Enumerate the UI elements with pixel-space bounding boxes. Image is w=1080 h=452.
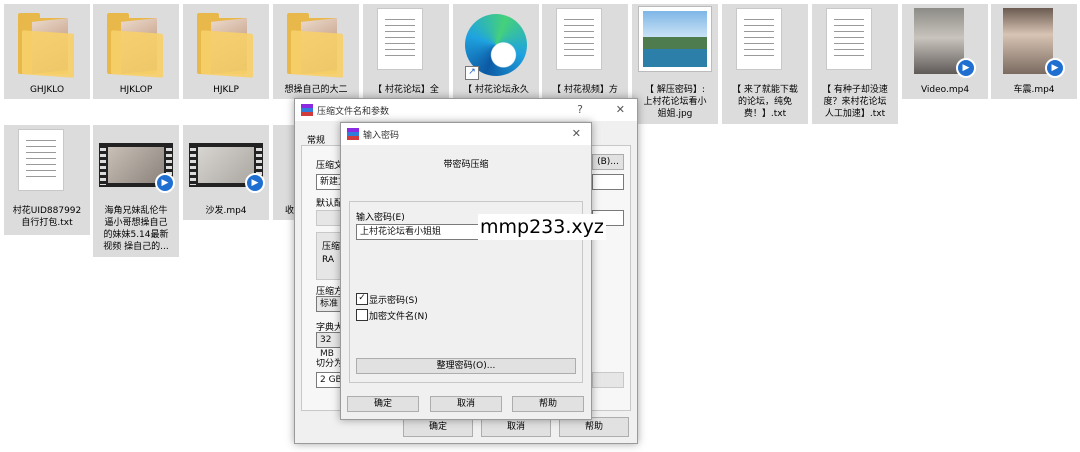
- file-label: Video.mp4: [920, 85, 970, 95]
- txt-file[interactable]: 【 村花论坛】全: [363, 4, 449, 99]
- set-password-button[interactable]: [592, 372, 624, 388]
- shortcut-file[interactable]: ↗ 【 村花论坛永久: [453, 4, 539, 99]
- video-play-icon: ▶: [245, 173, 265, 193]
- txt-file[interactable]: 【 村花视频】方: [542, 4, 628, 99]
- text-document-icon: [556, 8, 602, 70]
- password-dialog: 输入密码 ✕ 带密码压缩 输入密码(E) 上村花论坛看小姐姐 ✓ 显示密码(S)…: [340, 122, 592, 420]
- encrypt-filenames-label: 加密文件名(N): [369, 312, 428, 322]
- txt-file[interactable]: 【 有种子却没速 度？来村花论坛 人工加速】.txt: [812, 4, 898, 124]
- shortcut-arrow-icon: ↗: [465, 66, 479, 80]
- video-file[interactable]: ▶ 车震.mp4: [991, 4, 1077, 99]
- text-document-icon: [377, 8, 423, 70]
- close-icon[interactable]: ✕: [572, 127, 581, 140]
- encrypt-filenames-checkbox[interactable]: [356, 309, 368, 321]
- text-document-icon: [826, 8, 872, 70]
- file-label: 【 村花论坛】全: [373, 85, 439, 95]
- file-label: 海角兄妹乱伦牛 逼小哥想操自己 的妹妹5.14最新 视频 操自己的...: [103, 206, 169, 252]
- default-profile-label: 默认配: [316, 199, 344, 209]
- video-file[interactable]: ▶ 海角兄妹乱伦牛 逼小哥想操自己 的妹妹5.14最新 视频 操自己的...: [93, 125, 179, 257]
- help-button[interactable]: 帮助: [559, 417, 629, 437]
- cancel-button[interactable]: 取消: [430, 396, 502, 412]
- help-button[interactable]: 帮助: [512, 396, 584, 412]
- video-file[interactable]: ▶ 沙发.mp4: [183, 125, 269, 220]
- film-strip-thumbnail: ▶: [189, 143, 265, 193]
- dialog-title: 压缩文件名和参数: [317, 107, 390, 117]
- file-label: 沙发.mp4: [205, 206, 247, 216]
- cancel-button[interactable]: 取消: [481, 417, 551, 437]
- overlay-url-text: mmp233.xyz: [478, 214, 606, 240]
- video-file[interactable]: ▶ Video.mp4: [902, 4, 988, 99]
- title-bar: 压缩文件名和参数 ? ✕: [295, 99, 637, 121]
- archive-name-dropdown[interactable]: [592, 174, 624, 190]
- folder-icon: [103, 10, 169, 78]
- ok-button[interactable]: 确定: [403, 417, 473, 437]
- rar-radio[interactable]: RA: [322, 255, 334, 265]
- folder-ghjklo[interactable]: GHJKLO: [4, 4, 90, 99]
- edge-browser-icon: ↗: [463, 10, 529, 80]
- winrar-icon: [301, 104, 313, 116]
- file-label: 【 村花视频】方: [552, 85, 618, 95]
- video-play-icon: ▶: [155, 173, 175, 193]
- file-label: 想操自己的大二: [284, 85, 348, 95]
- file-label: GHJKLO: [29, 85, 65, 95]
- dialog-heading: 带密码压缩: [443, 160, 489, 170]
- film-strip-thumbnail: ▶: [99, 143, 175, 193]
- password-input[interactable]: 上村花论坛看小姐姐: [356, 224, 480, 240]
- file-label: HJKLOP: [119, 85, 153, 95]
- folder-hjklp[interactable]: HJKLP: [183, 4, 269, 99]
- show-password-checkbox[interactable]: ✓: [356, 293, 368, 305]
- file-label: 【 解压密码】: 上村花论坛看小 姐姐.jpg: [643, 85, 707, 119]
- archive-name-label: 压缩文: [316, 161, 344, 171]
- dialog-title: 输入密码: [363, 131, 400, 141]
- file-label: 车震.mp4: [1013, 85, 1055, 95]
- text-document-icon: [18, 129, 64, 191]
- winrar-icon: [347, 128, 359, 140]
- folder-icon: [14, 10, 80, 78]
- folder-item[interactable]: 想操自己的大二: [273, 4, 359, 99]
- folder-icon: [193, 10, 259, 78]
- split-volume-label: 切分为: [316, 359, 344, 369]
- archive-format-label: 压缩: [322, 242, 341, 252]
- file-label: 【 来了就能下载 的论坛，纯免 费！】.txt: [732, 85, 798, 119]
- jpg-file[interactable]: 【 解压密码】: 上村花论坛看小 姐姐.jpg: [632, 4, 718, 124]
- text-document-icon: [736, 8, 782, 70]
- show-password-label: 显示密码(S): [369, 296, 418, 306]
- file-label: 【 村花论坛永久: [463, 85, 529, 95]
- txt-file[interactable]: 村花UID887992 自行打包.txt: [4, 125, 90, 235]
- password-label: 输入密码(E): [356, 213, 405, 223]
- file-label: 【 有种子却没速 度？来村花论坛 人工加速】.txt: [822, 85, 888, 119]
- image-thumbnail: [638, 6, 712, 72]
- title-bar: 输入密码 ✕: [341, 123, 591, 145]
- folder-hjklop[interactable]: HJKLOP: [93, 4, 179, 99]
- close-icon[interactable]: ✕: [616, 103, 625, 116]
- file-label: HJKLP: [213, 85, 239, 95]
- txt-file[interactable]: 【 来了就能下载 的论坛，纯免 费！】.txt: [722, 4, 808, 124]
- organize-passwords-button[interactable]: 整理密码(O)...: [356, 358, 576, 374]
- ok-button[interactable]: 确定: [347, 396, 419, 412]
- video-play-icon: ▶: [1045, 58, 1065, 78]
- help-glyph-button[interactable]: ?: [577, 103, 583, 116]
- browse-button[interactable]: (B)...: [592, 154, 624, 170]
- folder-icon: [283, 10, 349, 78]
- video-play-icon: ▶: [956, 58, 976, 78]
- file-label: 村花UID887992 自行打包.txt: [12, 206, 82, 228]
